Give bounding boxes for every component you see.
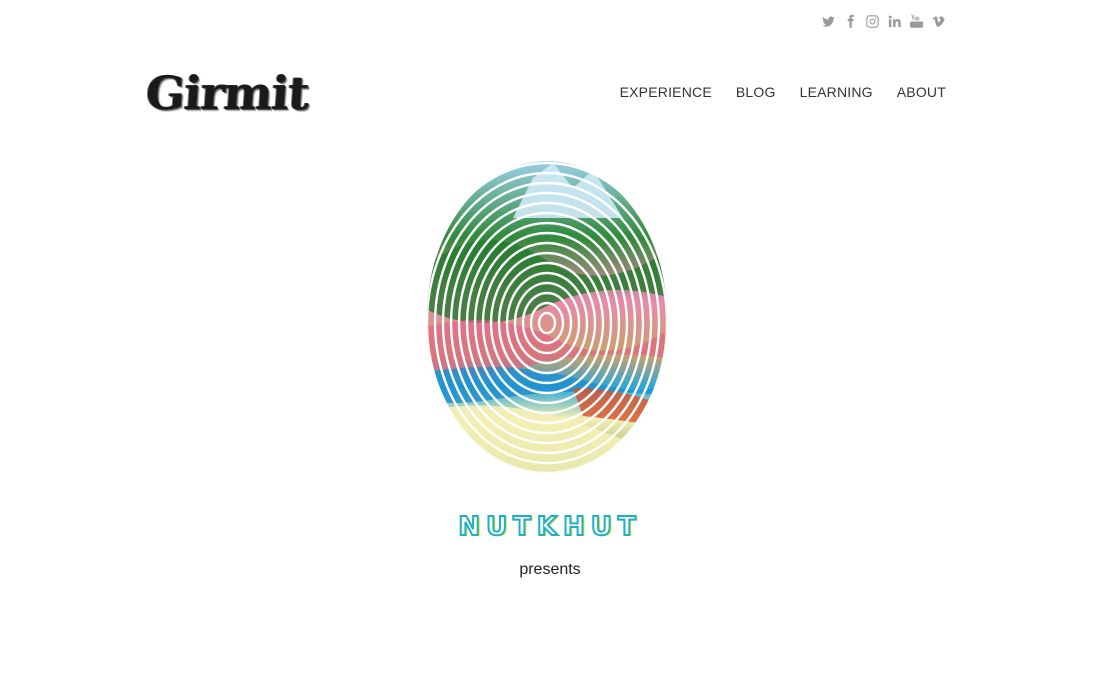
nav-experience[interactable]: EXPERIENCE (620, 84, 712, 100)
youtube-icon (909, 14, 923, 28)
facebook-icon (847, 14, 854, 28)
twitter-link[interactable] (820, 12, 836, 30)
nav-about[interactable]: ABOUT (897, 84, 946, 100)
twitter-icon (821, 15, 835, 27)
youtube-link[interactable] (908, 12, 924, 30)
social-links (820, 12, 946, 30)
instagram-link[interactable] (864, 12, 880, 30)
instagram-icon (865, 14, 879, 28)
fingerprint-artwork (423, 158, 671, 476)
vimeo-icon (931, 15, 945, 27)
linkedin-icon (888, 15, 901, 27)
nutkhut-logo: NUTKHUT (457, 511, 642, 543)
fingerprint-image (427, 161, 667, 473)
vimeo-link[interactable] (930, 12, 946, 30)
main-nav: EXPERIENCE BLOG LEARNING ABOUT (620, 84, 946, 100)
brand-wordmark: NUTKHUT (0, 511, 1100, 543)
linkedin-link[interactable] (886, 12, 902, 30)
facebook-link[interactable] (842, 12, 858, 30)
site-logo[interactable]: Girmit (144, 66, 310, 120)
tagline: presents (519, 561, 581, 578)
nav-learning[interactable]: LEARNING (800, 84, 873, 100)
nav-blog[interactable]: BLOG (736, 84, 776, 100)
